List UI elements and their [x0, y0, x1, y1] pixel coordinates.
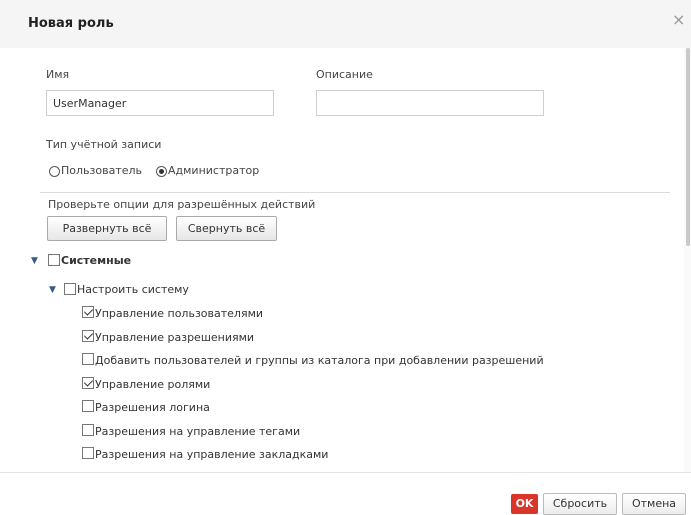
dialog-header: Новая роль ×: [0, 0, 691, 48]
permissions-hint: Проверьте опции для разрешённых действий: [48, 198, 316, 211]
checkbox-manage-roles[interactable]: [82, 377, 94, 389]
tree-item-label: Управление пользователями: [95, 307, 264, 320]
expand-triangle-icon[interactable]: ▼: [31, 256, 38, 266]
dialog-title: Новая роль: [28, 16, 114, 31]
checkbox-manage-permissions[interactable]: [82, 330, 94, 342]
scrollbar-thumb[interactable]: [686, 48, 690, 246]
name-label: Имя: [46, 68, 70, 81]
section-divider: [40, 192, 670, 193]
radio-admin[interactable]: [156, 166, 167, 177]
checkbox-system[interactable]: [48, 254, 60, 266]
tree-group-label: Настроить систему: [77, 283, 189, 296]
radio-user[interactable]: [49, 166, 60, 177]
footer-divider: [0, 472, 691, 473]
tree-item-label: Управление ролями: [95, 378, 211, 391]
expand-triangle-icon[interactable]: ▼: [49, 285, 56, 295]
tree-item-label: Разрешения на управление закладками: [95, 448, 329, 461]
radio-user-label: Пользователь: [61, 164, 143, 177]
checkbox-add-users-from-catalog[interactable]: [82, 353, 94, 365]
checkbox-tag-permissions[interactable]: [82, 424, 94, 436]
tree-item-label: Разрешения на управление тегами: [95, 425, 301, 438]
tree-item-label: Разрешения логина: [95, 401, 210, 414]
collapse-all-button[interactable]: Свернуть всё: [176, 216, 277, 241]
checkbox-configure-system[interactable]: [64, 283, 76, 295]
description-label: Описание: [316, 68, 373, 81]
expand-all-button[interactable]: Развернуть всё: [47, 216, 167, 241]
checkbox-bookmark-permissions[interactable]: [82, 447, 94, 459]
tree-item-label: Добавить пользователей и группы из катал…: [95, 354, 544, 367]
reset-button[interactable]: Сбросить: [543, 493, 617, 515]
cancel-button[interactable]: Отмена: [622, 493, 686, 515]
radio-admin-label: Администратор: [168, 164, 260, 177]
close-icon[interactable]: ×: [672, 12, 685, 28]
tree-item-label: Управление разрешениями: [95, 331, 255, 344]
ok-button[interactable]: OK: [511, 494, 538, 514]
description-input[interactable]: [316, 90, 544, 116]
checkbox-login-permissions[interactable]: [82, 400, 94, 412]
name-input[interactable]: [46, 90, 274, 116]
checkbox-manage-users[interactable]: [82, 306, 94, 318]
tree-root-label: Системные: [61, 254, 132, 267]
account-type-label: Тип учётной записи: [46, 138, 162, 151]
